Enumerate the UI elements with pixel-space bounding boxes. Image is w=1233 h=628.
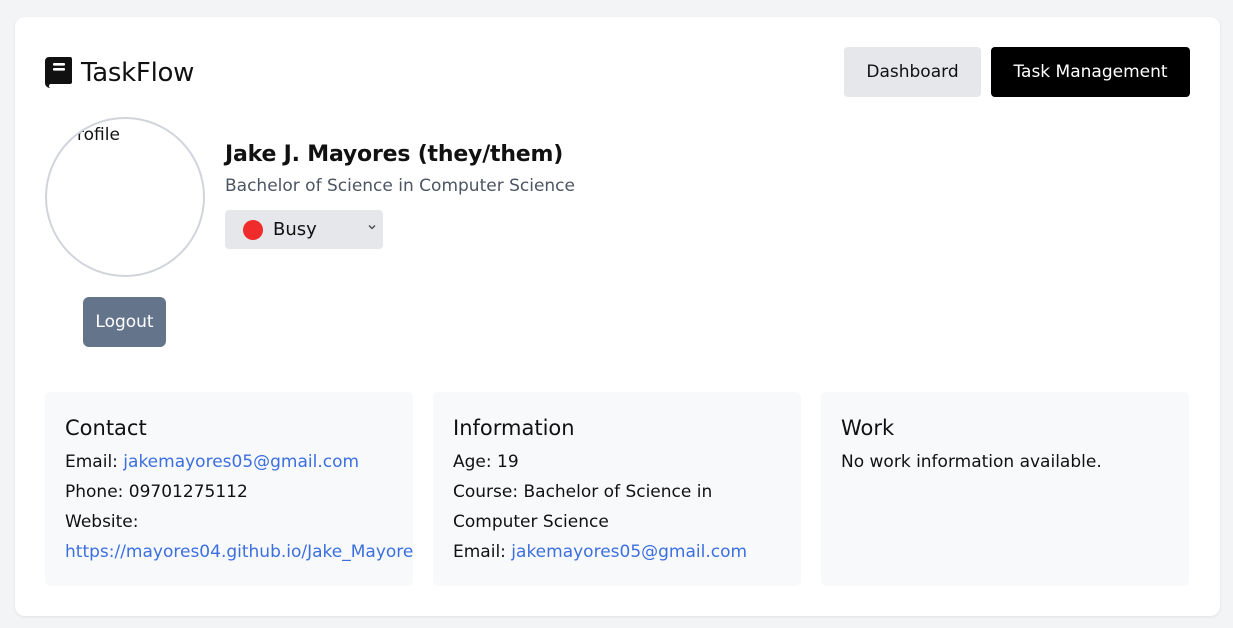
information-age-label: Age: xyxy=(453,452,498,472)
contact-website-label: Website: xyxy=(65,512,139,532)
information-course-label: Course: xyxy=(453,482,524,502)
information-email-link[interactable]: jakemayores05@gmail.com xyxy=(511,542,747,562)
dashboard-button[interactable]: Dashboard xyxy=(844,47,981,97)
profile-name: Jake J. Mayores (they/them) xyxy=(225,142,564,167)
brand-name: TaskFlow xyxy=(81,57,195,88)
logout-button[interactable]: Logout xyxy=(83,297,166,347)
information-age-value: 19 xyxy=(497,452,519,472)
work-text: No work information available. xyxy=(841,452,1102,472)
profile-info: Jake J. Mayores (they/them) Bachelor of … xyxy=(225,142,575,249)
information-email-label: Email: xyxy=(453,542,512,562)
avatar-alt-text: rofile xyxy=(77,125,120,145)
status-dot xyxy=(243,219,263,240)
status-select[interactable]: Busy xyxy=(225,210,383,249)
task-management-button[interactable]: Task Management xyxy=(991,47,1190,97)
information-title: Information xyxy=(453,416,575,440)
information-course-row: Course: Bachelor of Science in Computer … xyxy=(453,477,781,537)
information-email-row: Email: jakemayores05@gmail.com xyxy=(453,537,781,567)
chevron-down-icon xyxy=(368,225,376,230)
info-cards: Contact Email: jakemayores05@gmail.com P… xyxy=(45,392,1189,586)
information-card: Information Age: 19 Course: Bachelor of … xyxy=(433,392,801,586)
profile-degree: Bachelor of Science in Computer Science xyxy=(225,176,575,196)
contact-email-label: Email: xyxy=(65,452,124,472)
contact-title: Contact xyxy=(65,416,147,440)
work-title: Work xyxy=(841,416,895,440)
avatar: rofile xyxy=(45,117,205,277)
brand[interactable]: TaskFlow xyxy=(45,57,194,88)
profile-card: TaskFlow Dashboard Task Management rofil… xyxy=(15,17,1220,616)
contact-website-link[interactable]: https://mayores04.github.io/Jake_Mayores xyxy=(65,537,413,567)
top-nav: Dashboard Task Management xyxy=(844,47,1190,97)
contact-card: Contact Email: jakemayores05@gmail.com P… xyxy=(45,392,413,586)
status-label: Busy xyxy=(273,219,317,240)
contact-email-link[interactable]: jakemayores05@gmail.com xyxy=(123,452,359,472)
contact-email-row: Email: jakemayores05@gmail.com xyxy=(65,447,393,477)
contact-phone-row: Phone: 09701275112 xyxy=(65,477,393,507)
book-icon xyxy=(45,57,72,88)
information-age-row: Age: 19 xyxy=(453,447,781,477)
work-card: Work No work information available. xyxy=(821,392,1189,586)
contact-phone-value: 09701275112 xyxy=(128,482,248,502)
contact-phone-label: Phone: xyxy=(65,482,129,502)
